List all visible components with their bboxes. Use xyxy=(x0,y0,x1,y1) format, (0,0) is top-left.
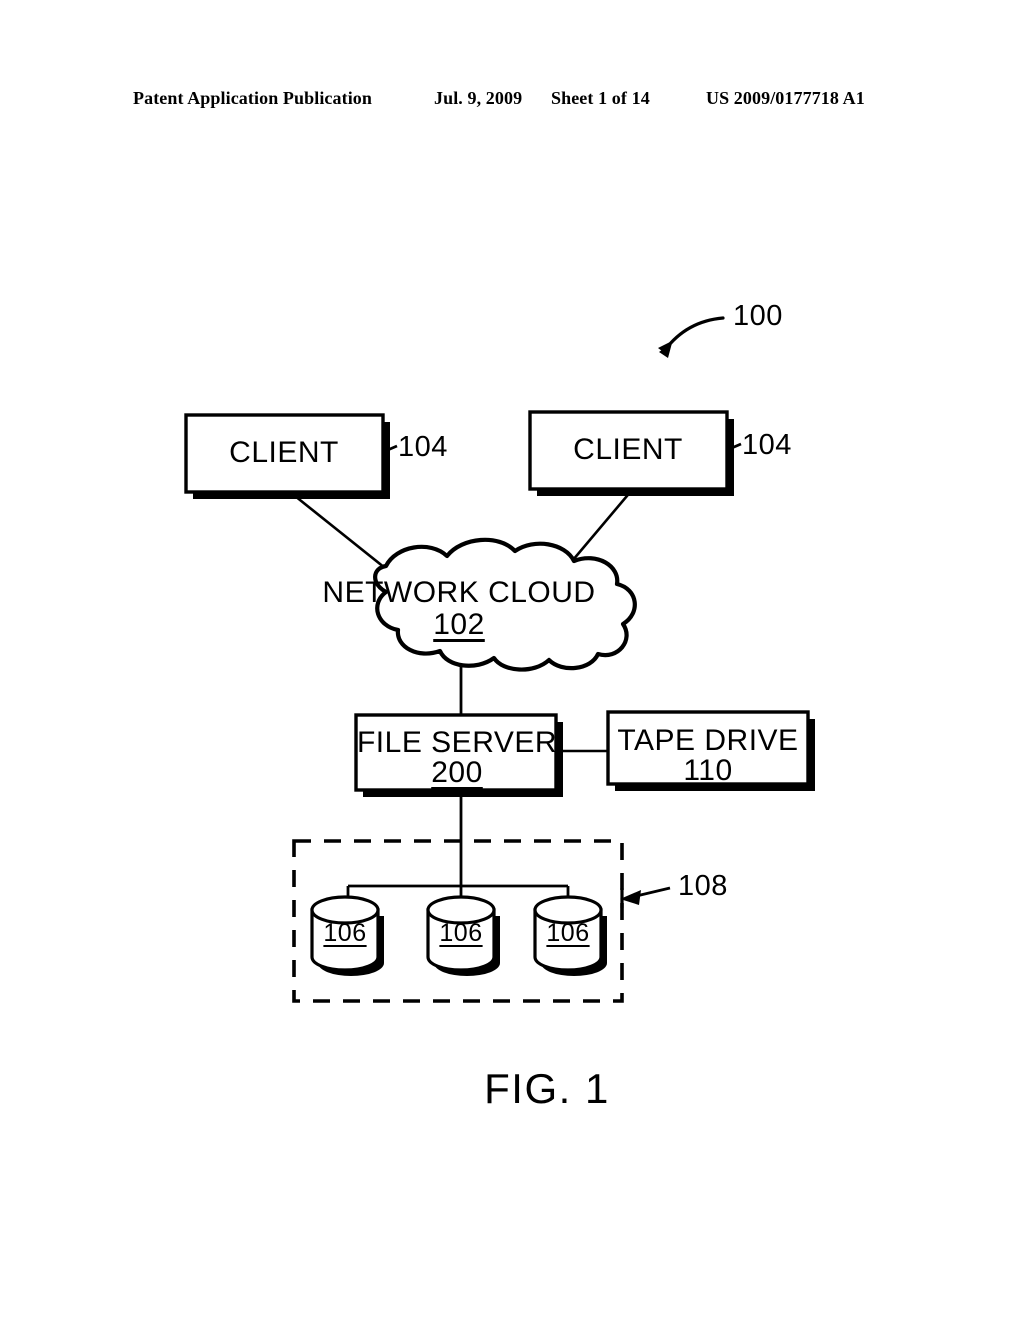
file-server-ref-label: 200 xyxy=(431,756,483,789)
figure-caption: FIG. 1 xyxy=(484,1065,610,1112)
client-right-label: CLIENT xyxy=(573,433,683,466)
disk-array-ref-leader xyxy=(620,886,671,908)
file-server-label: FILE SERVER xyxy=(356,726,558,759)
disk-2-ref-label: 106 xyxy=(439,919,483,947)
client-left-ref-label: 104 xyxy=(398,431,448,463)
system-ref-leader xyxy=(658,316,725,358)
system-ref-label: 100 xyxy=(733,300,783,332)
disk-3-ref-label: 106 xyxy=(546,919,590,947)
disk-1-ref-label: 106 xyxy=(323,919,367,947)
disk-array-ref-label: 108 xyxy=(678,870,728,902)
figure-diagram xyxy=(184,316,815,1003)
client-right-ref-label: 104 xyxy=(742,429,792,461)
tape-drive-ref-label: 110 xyxy=(683,754,733,787)
network-cloud-ref-label: 102 xyxy=(433,608,485,641)
tape-drive-label: TAPE DRIVE xyxy=(617,724,799,757)
network-cloud-label: NETWORK CLOUD xyxy=(322,576,596,609)
client-left-label: CLIENT xyxy=(229,436,339,469)
connector-client-left-to-cloud xyxy=(289,490,391,574)
